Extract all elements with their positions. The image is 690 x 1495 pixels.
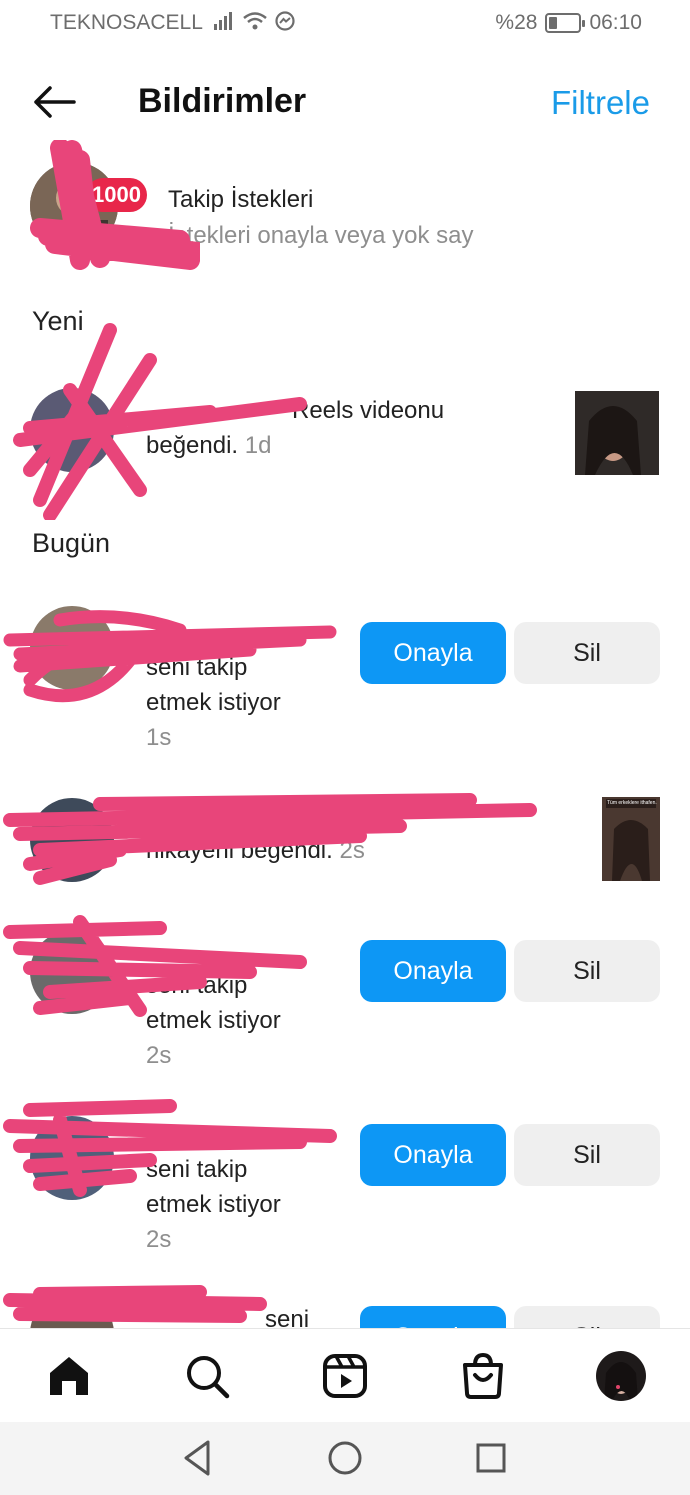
timestamp: 2s — [146, 1042, 172, 1069]
top-bar: Bildirimler Filtrele — [0, 70, 690, 134]
filter-button[interactable]: Filtrele — [551, 84, 650, 122]
search-icon[interactable] — [182, 1351, 232, 1401]
back-arrow-icon[interactable] — [30, 80, 78, 124]
notification-message: seni takip — [146, 1156, 248, 1183]
timestamp: 1s — [146, 724, 172, 751]
avatar[interactable] — [30, 930, 114, 1014]
notification-text: seni — [265, 1302, 309, 1328]
system-nav-bar — [0, 1422, 690, 1495]
avatar[interactable] — [30, 1292, 114, 1328]
follow-requests-count-badge: 1000 — [86, 178, 147, 212]
messenger-icon — [275, 11, 295, 31]
reels-icon[interactable] — [320, 1351, 370, 1401]
notification-message: seni — [265, 1306, 310, 1328]
section-heading-today: Bugün — [32, 528, 111, 558]
home-icon[interactable] — [44, 1351, 94, 1401]
delete-button[interactable]: Sil — [514, 1306, 660, 1328]
wifi-icon — [243, 12, 267, 30]
signal-icon — [214, 12, 232, 30]
approve-button[interactable]: Onayla — [360, 940, 506, 1002]
notification-message: seni takip — [146, 654, 248, 681]
avatar[interactable] — [30, 388, 114, 472]
avatar[interactable] — [30, 606, 114, 690]
follow-requests-row[interactable]: 1000 Takip İstekleri İstekleri onayla ve… — [0, 140, 690, 270]
notification-message: seni takip — [146, 972, 248, 999]
page-title: Bildirimler — [138, 82, 307, 120]
story-thumbnail[interactable]: Tüm erkeklere ithafen. — [602, 797, 660, 881]
notification-message-line2: etmek istiyor — [146, 689, 281, 716]
thumbnail-caption: Tüm erkeklere ithafen. — [607, 800, 657, 806]
notification-text: seni takip etmek istiyor 2s — [146, 968, 281, 1073]
notification-message-line2: etmek istiyor — [146, 1007, 281, 1034]
status-right: %28 06:10 — [495, 11, 642, 35]
timestamp: 1d — [244, 432, 272, 459]
delete-button[interactable]: Sil — [514, 940, 660, 1002]
notification-message-line2: etmek istiyor — [146, 1191, 281, 1218]
follow-requests-title: Takip İstekleri — [168, 186, 314, 213]
back-icon[interactable] — [178, 1438, 218, 1478]
follow-requests-subtitle: İstekleri onayla veya yok say — [168, 222, 474, 249]
timestamp: 2s — [339, 837, 365, 864]
notification-text: seni takip etmek istiyor 1s — [146, 650, 281, 755]
recents-icon[interactable] — [471, 1438, 511, 1478]
avatar[interactable] — [30, 1116, 114, 1200]
clock: 06:10 — [589, 11, 642, 34]
battery-icon — [545, 13, 586, 33]
notification-message-line2: beğendi. — [146, 432, 239, 459]
timestamp: 2s — [146, 1226, 172, 1253]
shop-icon[interactable] — [458, 1351, 508, 1401]
follow-request-row[interactable]: seni Onayla Sil — [0, 1280, 690, 1328]
bottom-nav — [0, 1328, 690, 1422]
notification-text: hikayeni beğendi. 2s — [146, 833, 365, 868]
approve-button[interactable]: Onayla — [360, 1306, 506, 1328]
profile-avatar[interactable] — [596, 1351, 646, 1401]
section-heading-new: Yeni — [32, 306, 84, 336]
notification-text: Reels videonu beğendi. 1d — [146, 393, 444, 463]
status-bar: TEKNOSACELL %28 06:10 — [0, 0, 690, 50]
post-thumbnail[interactable] — [575, 391, 659, 475]
notification-message: Reels videonu — [292, 397, 445, 424]
approve-button[interactable]: Onayla — [360, 622, 506, 684]
delete-button[interactable]: Sil — [514, 622, 660, 684]
battery-percent: %28 — [495, 11, 538, 34]
notification-message: hikayeni beğendi. — [146, 837, 333, 864]
home-circle-icon[interactable] — [325, 1438, 365, 1478]
notification-text: seni takip etmek istiyor 2s — [146, 1152, 281, 1257]
delete-button[interactable]: Sil — [514, 1124, 660, 1186]
avatar[interactable] — [30, 798, 114, 882]
approve-button[interactable]: Onayla — [360, 1124, 506, 1186]
carrier-name: TEKNOSACELL — [50, 11, 203, 34]
status-icons — [212, 10, 296, 32]
